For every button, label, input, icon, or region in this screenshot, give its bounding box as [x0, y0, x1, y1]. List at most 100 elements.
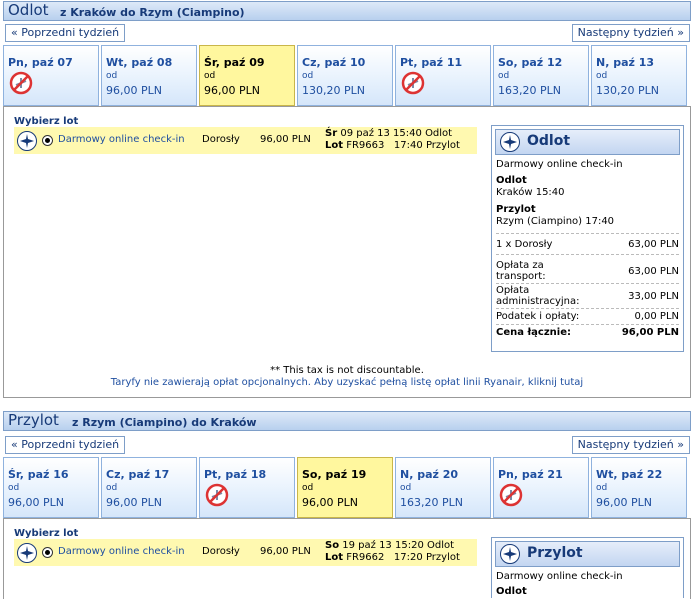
outbound-choose-label: Wybierz lot — [14, 116, 79, 127]
outbound-fees-link[interactable]: Taryfy nie zawierają opłat opcjonalnych.… — [4, 377, 690, 388]
divider — [496, 254, 679, 255]
inbound-date-tabs: Śr, paź 16 od 96,00 PLN Cz, paź 17 od 96,00 P… — [3, 457, 689, 518]
outbound-date-tab[interactable]: Cz, paź 10 od 130,20 PLN — [297, 45, 393, 106]
inbound-arr-time: 17:20 — [393, 552, 423, 563]
inbound-fare-link[interactable]: Darmowy online check-in — [58, 546, 185, 557]
outbound-summary-pax-label: 1 x Dorosły — [496, 239, 553, 250]
inbound-passenger-type: Dorosły — [202, 546, 240, 557]
outbound-next-week-button[interactable]: Następny tydzień » — [571, 24, 690, 42]
outbound-date-tab[interactable]: Wt, paź 08 od 96,00 PLN — [101, 45, 197, 106]
inbound-lot-label: Lot — [325, 552, 344, 563]
outbound-flight-number: FR9663 — [346, 140, 385, 151]
no-flight-icon — [401, 71, 425, 95]
tab-day-label: Pt, paź 18 — [204, 468, 267, 481]
inbound-date-tab[interactable]: Pt, paź 18 — [199, 457, 295, 518]
outbound-title: Odlot — [8, 1, 49, 19]
outbound-prev-week-button[interactable]: « Poprzedni tydzień — [5, 24, 126, 42]
tab-od-label: od — [106, 483, 118, 493]
inbound-date-tab[interactable]: N, paź 20 od 163,20 PLN — [395, 457, 491, 518]
tab-od-label: od — [596, 71, 608, 81]
tab-price: 96,00 PLN — [204, 84, 260, 97]
outbound-arr-time: 17:40 — [393, 140, 423, 151]
outbound-date-tabs: Pn, paź 07 Wt, paź 08 od 96,00 PLN Śr, paź 0… — [3, 45, 689, 106]
outbound-summary-fare: Darmowy online check-in — [496, 159, 623, 170]
outbound-summary-box: Odlot Darmowy online check-in Odlot Krak… — [491, 125, 684, 352]
tab-price: 130,20 PLN — [596, 84, 659, 97]
inbound-prev-week-button[interactable]: « Poprzedni tydzień — [5, 436, 126, 454]
inbound-next-week-button[interactable]: Następny tydzień » — [571, 436, 690, 454]
tab-price: 163,20 PLN — [498, 84, 561, 97]
tab-day-label: N, paź 13 — [596, 56, 655, 69]
inbound-date-tab[interactable]: Śr, paź 16 od 96,00 PLN — [3, 457, 99, 518]
outbound-summary-title: Odlot — [527, 133, 571, 149]
inbound-flight-row[interactable]: Darmowy online check-in Dorosły 96,00 PL… — [14, 539, 477, 566]
inbound-title: Przylot — [8, 411, 59, 429]
outbound-summary-pax-value: 63,00 PLN — [628, 239, 679, 250]
inbound-date-tab[interactable]: Pn, paź 21 — [493, 457, 589, 518]
outbound-lot-label: Lot — [325, 140, 344, 151]
inbound-arr-label: Przylot — [425, 552, 460, 563]
plane-icon — [17, 543, 37, 563]
inbound-panel: Wybierz lot Darmowy online check-in Doro… — [3, 518, 691, 599]
divider — [496, 283, 679, 284]
outbound-header: Odlot z Kraków do Rzym (Ciampino) — [3, 1, 691, 21]
no-flight-icon — [205, 483, 229, 507]
inbound-flight-radio[interactable] — [42, 547, 53, 558]
plane-icon — [17, 131, 37, 151]
tab-day-label: So, paź 12 — [498, 56, 563, 69]
tab-price: 96,00 PLN — [596, 496, 652, 509]
outbound-date-tab[interactable]: So, paź 12 od 163,20 PLN — [493, 45, 589, 106]
tab-price: 96,00 PLN — [106, 84, 162, 97]
outbound-flight-price: 96,00 PLN — [260, 134, 311, 145]
inbound-date-tab[interactable]: Cz, paź 17 od 96,00 PLN — [101, 457, 197, 518]
outbound-summary-tax-label: Podatek i opłaty: — [496, 311, 580, 322]
plane-icon — [500, 544, 520, 564]
outbound-passenger-type: Dorosły — [202, 134, 240, 145]
inbound-summary-header: Przylot — [495, 541, 680, 567]
divider — [496, 324, 679, 325]
inbound-dep-label: Odlot — [427, 540, 455, 551]
plane-icon — [500, 132, 520, 152]
outbound-summary-admin-label: Opłata administracyjna: — [496, 285, 580, 307]
inbound-dep-time: 15:20 — [394, 540, 424, 551]
outbound-dep-day: Śr — [325, 128, 338, 139]
tab-od-label: od — [596, 483, 608, 493]
tab-price: 96,00 PLN — [8, 496, 64, 509]
no-flight-icon — [499, 483, 523, 507]
tab-day-label: Cz, paź 17 — [106, 468, 170, 481]
outbound-summary-transport-value: 63,00 PLN — [628, 266, 679, 277]
outbound-summary-dep-value: Kraków 15:40 — [496, 187, 565, 198]
tab-day-label: Wt, paź 22 — [596, 468, 663, 481]
outbound-summary-admin-value: 33,00 PLN — [628, 291, 679, 302]
tab-day-label: Wt, paź 08 — [106, 56, 173, 69]
outbound-summary-tax-value: 0,00 PLN — [634, 311, 679, 322]
outbound-date-tab[interactable]: N, paź 13 od 130,20 PLN — [591, 45, 687, 106]
tab-price: 163,20 PLN — [400, 496, 463, 509]
tab-od-label: od — [302, 71, 314, 81]
outbound-panel: Wybierz lot Darmowy online check-in Doro… — [3, 106, 691, 398]
tab-od-label: od — [498, 71, 510, 81]
outbound-flight-row[interactable]: Darmowy online check-in Dorosły 96,00 PL… — [14, 127, 477, 154]
outbound-dep-date: 09 paź 13 — [340, 128, 390, 139]
tab-day-label: N, paź 20 — [400, 468, 459, 481]
outbound-summary-dep-label: Odlot — [496, 175, 527, 186]
inbound-flight-details: So 19 paź 13 15:20 Odlot Lot FR9662 17:2… — [325, 540, 460, 564]
outbound-dep-label: Odlot — [425, 128, 453, 139]
tab-day-label: Śr, paź 16 — [8, 468, 69, 481]
outbound-date-tab[interactable]: Pt, paź 11 — [395, 45, 491, 106]
inbound-dep-day: So — [325, 540, 340, 551]
outbound-flight-radio[interactable] — [42, 135, 53, 146]
tab-price: 96,00 PLN — [106, 496, 162, 509]
tab-od-label: od — [400, 483, 412, 493]
tab-od-label: od — [302, 483, 314, 493]
inbound-date-tab[interactable]: Wt, paź 22 od 96,00 PLN — [591, 457, 687, 518]
outbound-fare-link[interactable]: Darmowy online check-in — [58, 134, 185, 145]
outbound-tax-note: ** This tax is not discountable. — [270, 365, 424, 376]
outbound-flight-details: Śr 09 paź 13 15:40 Odlot Lot FR9663 17:4… — [325, 128, 460, 152]
outbound-date-tab[interactable]: Śr, paź 09 od 96,00 PLN — [199, 45, 295, 106]
tab-day-label: Pt, paź 11 — [400, 56, 463, 69]
tab-od-label: od — [8, 483, 20, 493]
outbound-date-tab[interactable]: Pn, paź 07 — [3, 45, 99, 106]
outbound-summary-arr-label: Przylot — [496, 204, 536, 215]
inbound-date-tab[interactable]: So, paź 19 od 96,00 PLN — [297, 457, 393, 518]
